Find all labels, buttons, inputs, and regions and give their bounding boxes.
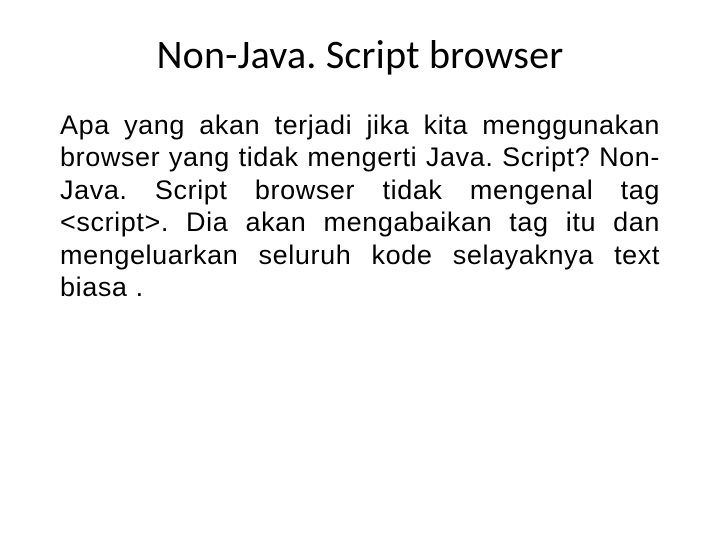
slide-title: Non-Java. Script browser bbox=[60, 30, 660, 79]
slide-body: Apa yang akan terjadi jika kita mengguna… bbox=[60, 109, 660, 303]
slide: Non-Java. Script browser Apa yang akan t… bbox=[0, 0, 720, 540]
